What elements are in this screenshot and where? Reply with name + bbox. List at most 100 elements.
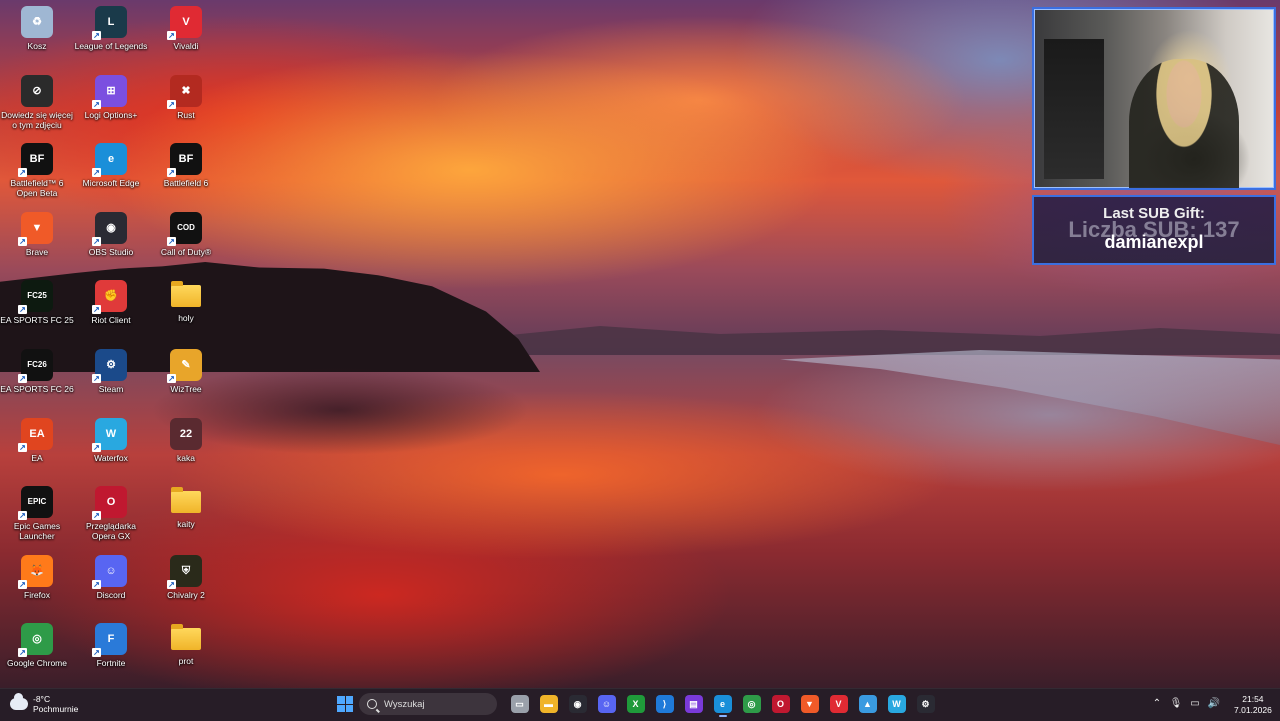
desktop-icon-label: Discord <box>96 589 126 600</box>
desktop-icon-battlefield-6[interactable]: BF ↗ Battlefield 6 <box>149 139 223 188</box>
desktop-icon-label: Google Chrome <box>6 658 67 669</box>
desktop-icon-label: kaka <box>177 452 195 463</box>
desktop-icon-label: WizTree <box>170 384 202 394</box>
desktop-icon-vivaldi[interactable]: V ↗ Vivaldi <box>149 2 223 51</box>
desktop-icon-waterfox[interactable]: W ↗ Waterfox <box>74 414 148 463</box>
taskbar-file-explorer-icon[interactable]: ▬ <box>539 695 558 713</box>
taskbar-steam-icon[interactable]: ⚙ <box>916 695 935 713</box>
taskbar-waterfox-icon[interactable]: W <box>887 695 906 713</box>
desktop-icon-chivalry-2[interactable]: ⛨ ↗ Chivalry 2 <box>149 551 223 600</box>
desktop-icon-ea-sports-fc-26[interactable]: FC26 ↗ EA SPORTS FC 26 <box>0 345 74 394</box>
riot-client-icon: ✊ ↗ <box>92 280 127 315</box>
sub-gift-overlay: Liczba SUB: 137 Last SUB Gift: damianexp… <box>1032 195 1276 265</box>
desktop-icon-label: Firefox <box>24 589 50 600</box>
desktop-icon-wiztree[interactable]: ✎ ↗ WizTree <box>149 345 223 394</box>
taskbar: -8°C Pochmurnie Wyszukaj ▭ ▬ ◉ ☺ X ⟩ ▤ e ◎ O ▼ V ▲ W ⚙… <box>0 688 1280 721</box>
taskbar-edge-icon[interactable]: e <box>713 695 732 717</box>
desktop-icon-google-chrome[interactable]: ◎ ↗ Google Chrome <box>0 619 74 668</box>
desktop-icon-label: Riot Client <box>91 315 131 326</box>
taskbar-obs-icon[interactable]: ◉ <box>568 695 587 713</box>
taskbar-clock[interactable]: 21:54 7.01.2026 <box>1234 694 1272 716</box>
firefox-icon: 🦊 ↗ <box>18 554 53 589</box>
shortcut-arrow-icon: ↗ <box>167 374 176 383</box>
taskbar-vscode-icon[interactable]: ⟩ <box>655 695 674 713</box>
desktop-icon-kaity[interactable]: kaity <box>149 482 223 529</box>
desktop-icon-epic-games-launcher[interactable]: EPIC ↗ Epic Games Launcher <box>0 482 74 541</box>
desktop-icon-riot-client[interactable]: ✊ ↗ Riot Client <box>74 276 148 325</box>
shortcut-arrow-icon: ↗ <box>92 648 101 658</box>
desktop-icon-kosz[interactable]: ♻ Kosz <box>0 2 74 51</box>
desktop-icon-discord[interactable]: ☺ ↗ Discord <box>74 551 148 600</box>
shortcut-arrow-icon: ↗ <box>167 31 176 40</box>
taskbar-search[interactable]: Wyszukaj <box>359 693 497 715</box>
shortcut-arrow-icon: ↗ <box>18 236 27 246</box>
sub-gift-label: Last SUB Gift: <box>1103 205 1205 222</box>
desktop-icon-holy[interactable]: holy <box>149 276 223 323</box>
search-icon <box>367 699 377 709</box>
taskbar-discord-icon[interactable]: ☺ <box>597 695 616 713</box>
learn-about-picture-icon: ⊘ <box>21 74 53 107</box>
weather-temperature: -8°C <box>33 694 51 704</box>
desktop-icon-label: Chivalry 2 <box>167 589 205 600</box>
desktop-icon-ea-sports-fc-25[interactable]: FC25 ↗ EA SPORTS FC 25 <box>0 276 74 325</box>
folder-icon <box>171 624 201 651</box>
desktop-icon-brave[interactable]: ▼ ↗ Brave <box>0 208 74 257</box>
taskbar-brave-icon[interactable]: ▼ <box>800 695 819 713</box>
shortcut-arrow-icon: ↗ <box>18 511 27 521</box>
shortcut-arrow-icon: ↗ <box>92 236 101 246</box>
desktop-icon-steam[interactable]: ⚙ ↗ Steam <box>74 345 148 394</box>
desktop-icon-firefox[interactable]: 🦊 ↗ Firefox <box>0 551 74 600</box>
desktop-icon-dowiedz-si-wi-cej-o-tym-zdj-ciu[interactable]: ⊘ Dowiedz się więcej o tym zdjęciu <box>0 71 74 130</box>
desktop-icon-fortnite[interactable]: F ↗ Fortnite <box>74 619 148 668</box>
chevron-up-icon[interactable]: ⌃ <box>1150 697 1164 711</box>
desktop-icon-label: Przeglądarka Opera GX <box>85 521 137 542</box>
shortcut-arrow-icon: ↗ <box>167 168 176 178</box>
microphone-icon[interactable]: 🎙 <box>1169 697 1183 711</box>
taskbar-clapper-icon[interactable]: ▤ <box>684 695 703 713</box>
taskbar-chrome-icon[interactable]: ◎ <box>742 695 761 713</box>
taskbar-vivaldi-icon[interactable]: V <box>829 695 848 713</box>
desktop-icon-league-of-legends[interactable]: L ↗ League of Legends <box>74 2 148 51</box>
clock-time: 21:54 <box>1242 694 1264 704</box>
desktop-icon-przegl-darka-opera-gx[interactable]: O ↗ Przeglądarka Opera GX <box>74 482 148 541</box>
sub-gift-name: damianexpl <box>1104 232 1204 252</box>
desktop-icon-label: Call of Duty® <box>160 246 212 257</box>
epic-games-icon: EPIC ↗ <box>18 486 53 521</box>
desktop-icon-obs-studio[interactable]: ◉ ↗ OBS Studio <box>74 208 148 257</box>
display-icon[interactable]: ▭ <box>1188 697 1202 711</box>
desktop-icon-label: Steam <box>98 384 124 394</box>
kaka-file-icon: 22 <box>170 417 202 450</box>
shortcut-arrow-icon: ↗ <box>92 31 101 40</box>
shortcut-arrow-icon: ↗ <box>18 442 27 452</box>
desktop-icon-label: Fortnite <box>96 658 126 669</box>
windows-start-icon[interactable] <box>337 696 353 712</box>
desktop-icon-call-of-duty[interactable]: COD ↗ Call of Duty® <box>149 208 223 257</box>
ea-icon: EA ↗ <box>18 417 53 452</box>
brave-icon: ▼ ↗ <box>18 211 53 246</box>
shortcut-arrow-icon: ↗ <box>167 236 176 246</box>
shortcut-arrow-icon: ↗ <box>18 579 27 589</box>
volume-icon[interactable]: 🔊 <box>1207 697 1221 711</box>
desktop-icon-label: League of Legends <box>74 41 148 51</box>
desktop-icon-kaka[interactable]: 22 kaka <box>149 414 223 463</box>
logi-options-icon: ⊞ ↗ <box>92 74 127 109</box>
taskbar-photos-icon[interactable]: ▲ <box>858 695 877 713</box>
shortcut-arrow-icon: ↗ <box>92 511 101 521</box>
webcam-streamer <box>1129 59 1239 188</box>
weather-description: Pochmurnie <box>33 704 79 714</box>
cloud-icon <box>10 693 28 710</box>
desktop-icon-microsoft-edge[interactable]: e ↗ Microsoft Edge <box>74 139 148 188</box>
battlefield-icon: BF ↗ <box>18 143 53 178</box>
desktop-icon-prot[interactable]: prot <box>149 619 223 666</box>
weather-widget[interactable]: -8°C Pochmurnie <box>10 693 79 714</box>
ea-fc26-icon: FC26 ↗ <box>18 349 53 383</box>
shortcut-arrow-icon: ↗ <box>167 99 176 109</box>
desktop-icon-logi-options[interactable]: ⊞ ↗ Logi Options+ <box>74 71 148 120</box>
taskbar-xbox-icon[interactable]: X <box>626 695 645 713</box>
taskbar-task-view-icon[interactable]: ▭ <box>510 695 529 713</box>
taskbar-opera-gx-icon[interactable]: O <box>771 695 790 713</box>
desktop-icon-rust[interactable]: ✖ ↗ Rust <box>149 71 223 120</box>
desktop-icon-ea[interactable]: EA ↗ EA <box>0 414 74 463</box>
folder-icon <box>171 487 201 514</box>
desktop-icon-battlefield-6-open-beta[interactable]: BF ↗ Battlefield™ 6 Open Beta <box>0 139 74 198</box>
